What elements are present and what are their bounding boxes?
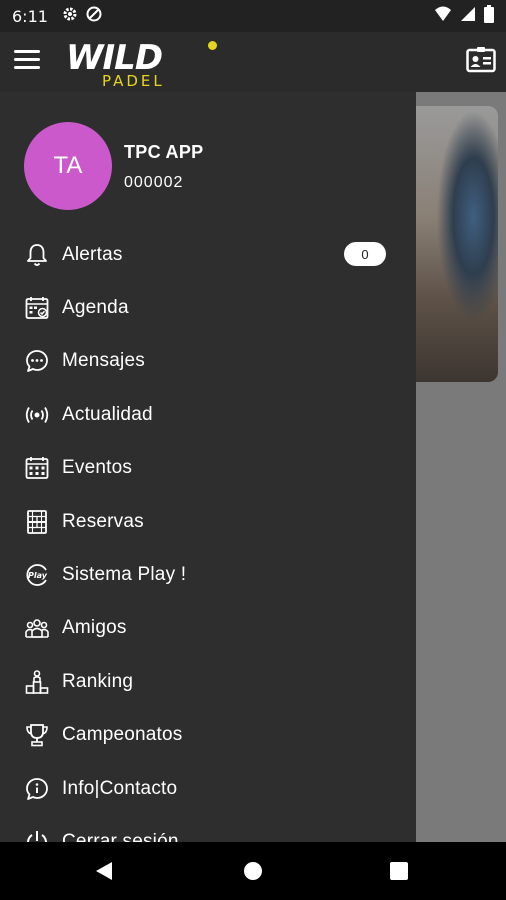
signal-icon — [460, 6, 476, 26]
menu-item-sistema-play[interactable]: Play Sistema Play ! — [0, 548, 416, 601]
chat-icon — [24, 348, 50, 374]
info-icon — [24, 776, 50, 802]
power-icon — [24, 829, 50, 842]
menu-label-cerrar-sesion: Cerrar sesión — [62, 830, 179, 842]
gear-icon — [62, 6, 78, 26]
logo-padel-text: PADEL — [102, 72, 165, 90]
alerts-count-badge: 0 — [344, 242, 386, 266]
menu-item-eventos[interactable]: Eventos — [0, 442, 416, 495]
menu-label-alertas: Alertas — [62, 243, 123, 265]
do-not-disturb-icon — [86, 6, 102, 26]
home-icon[interactable] — [244, 862, 262, 880]
logo-dot — [208, 41, 217, 50]
menu-label-campeonatos: Campeonatos — [62, 724, 183, 746]
profile-header[interactable]: TA TPC APP 000002 — [24, 122, 404, 212]
back-icon[interactable] — [96, 862, 112, 880]
menu-item-actualidad[interactable]: Actualidad — [0, 388, 416, 441]
user-name: TPC APP — [124, 142, 204, 162]
menu-item-agenda[interactable]: Agenda — [0, 281, 416, 334]
calendar-grid-icon — [24, 455, 50, 481]
recent-apps-icon[interactable] — [390, 862, 408, 880]
menu-label-info-contacto: Info|Contacto — [62, 777, 178, 799]
broadcast-icon — [24, 402, 50, 428]
menu-icon[interactable] — [14, 50, 40, 72]
avatar: TA — [24, 122, 112, 210]
menu-item-info-contacto[interactable]: Info|Contacto — [0, 762, 416, 815]
menu-item-cerrar-sesion[interactable]: Cerrar sesión — [0, 815, 416, 842]
podium-icon — [24, 669, 50, 695]
app-bar: WILD PADEL — [0, 32, 506, 92]
menu-label-actualidad: Actualidad — [62, 403, 153, 425]
user-code: 000002 — [124, 174, 184, 191]
trophy-icon — [24, 722, 50, 748]
menu-item-amigos[interactable]: Amigos — [0, 602, 416, 655]
menu-item-alertas[interactable]: Alertas 0 — [0, 228, 416, 281]
drawer-menu: Alertas 0 Agenda Mensajes Actualidad Eve… — [0, 228, 416, 842]
svg-text:Play: Play — [28, 571, 48, 580]
court-icon — [24, 509, 50, 535]
avatar-initials: TA — [53, 152, 83, 179]
wifi-icon — [434, 6, 452, 26]
calendar-check-icon — [24, 295, 50, 321]
menu-label-sistema-play: Sistema Play ! — [62, 564, 187, 586]
battery-icon — [484, 5, 494, 27]
friends-icon — [24, 615, 50, 641]
play-badge-icon: Play — [24, 562, 50, 588]
menu-label-agenda: Agenda — [62, 297, 129, 319]
menu-item-ranking[interactable]: Ranking — [0, 655, 416, 708]
system-nav-bar — [0, 842, 506, 900]
menu-item-reservas[interactable]: Reservas — [0, 495, 416, 548]
menu-label-amigos: Amigos — [62, 617, 127, 639]
id-card-icon[interactable] — [466, 45, 496, 75]
menu-label-reservas: Reservas — [62, 510, 144, 532]
bell-icon — [24, 242, 50, 268]
menu-item-campeonatos[interactable]: Campeonatos — [0, 709, 416, 762]
menu-label-mensajes: Mensajes — [62, 350, 145, 372]
navigation-drawer: TA TPC APP 000002 Alertas 0 Agenda Mensa… — [0, 92, 416, 842]
menu-label-ranking: Ranking — [62, 670, 134, 692]
status-bar: 6:11 — [0, 0, 506, 32]
app-logo: WILD PADEL — [66, 38, 226, 90]
header-photo — [416, 106, 498, 382]
menu-label-eventos: Eventos — [62, 457, 133, 479]
status-time: 6:11 — [12, 6, 48, 26]
menu-item-mensajes[interactable]: Mensajes — [0, 335, 416, 388]
